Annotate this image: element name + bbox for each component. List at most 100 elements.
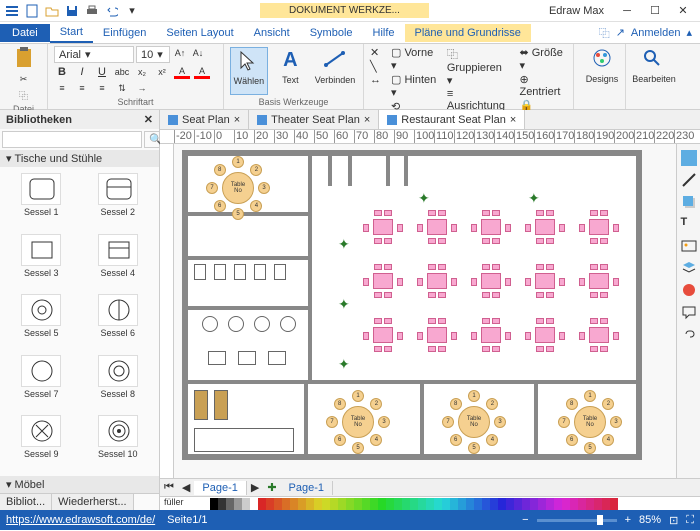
- connector-tool-button[interactable]: Verbinden: [313, 47, 357, 95]
- doc-tab-restaurant[interactable]: Restaurant Seat Plan×: [379, 110, 525, 129]
- tab-einfuegen[interactable]: Einfügen: [93, 24, 156, 42]
- menu-icon[interactable]: [4, 3, 20, 19]
- color-swatch[interactable]: [378, 498, 386, 510]
- tab-hilfe[interactable]: Hilfe: [363, 24, 405, 42]
- color-swatch[interactable]: [410, 498, 418, 510]
- line-icon[interactable]: ╲: [370, 60, 381, 73]
- color-swatch[interactable]: [402, 498, 410, 510]
- zoom-slider[interactable]: [537, 519, 617, 522]
- color-swatch[interactable]: [602, 498, 610, 510]
- dropdown-icon[interactable]: ▾: [124, 3, 140, 19]
- shape-item[interactable]: Sessel 5: [4, 292, 79, 351]
- square-table[interactable]: [366, 322, 400, 348]
- shape-item[interactable]: Sessel 6: [81, 292, 156, 351]
- fill-tool-icon[interactable]: [681, 150, 697, 166]
- color-swatch[interactable]: [322, 498, 330, 510]
- open-icon[interactable]: [44, 3, 60, 19]
- paste-icon[interactable]: [14, 46, 34, 70]
- color-swatch[interactable]: [514, 498, 522, 510]
- round-table[interactable]: 12345678TableNo: [560, 392, 620, 452]
- bold-icon[interactable]: B: [54, 65, 70, 79]
- square-table[interactable]: [420, 214, 454, 240]
- color-swatch[interactable]: [354, 498, 362, 510]
- square-table[interactable]: [582, 214, 616, 240]
- color-swatch[interactable]: [362, 498, 370, 510]
- tab-close-icon[interactable]: ×: [234, 114, 240, 126]
- square-table[interactable]: [366, 214, 400, 240]
- gruppieren-button[interactable]: ⿻ Gruppieren ▾: [447, 46, 510, 87]
- add-page-icon[interactable]: ✚: [263, 481, 280, 494]
- square-table[interactable]: [528, 268, 562, 294]
- cross-icon[interactable]: ✕: [370, 46, 381, 59]
- color-swatch[interactable]: [506, 498, 514, 510]
- tab-close-icon[interactable]: ×: [364, 114, 370, 126]
- doc-tab-theater[interactable]: Theater Seat Plan×: [249, 110, 379, 129]
- designs-button[interactable]: Designs: [580, 46, 624, 94]
- tab-ansicht[interactable]: Ansicht: [244, 24, 300, 42]
- library-search-input[interactable]: [2, 131, 142, 148]
- color-swatch[interactable]: [594, 498, 602, 510]
- color-swatch[interactable]: [242, 498, 250, 510]
- color-swatch[interactable]: [570, 498, 578, 510]
- color-swatch[interactable]: [250, 498, 258, 510]
- bullet-icon[interactable]: ≡: [54, 81, 70, 95]
- color-swatch[interactable]: [562, 498, 570, 510]
- square-table[interactable]: [366, 268, 400, 294]
- color-swatch[interactable]: [498, 498, 506, 510]
- square-table[interactable]: [474, 214, 508, 240]
- copy-icon[interactable]: ⿻: [16, 88, 32, 102]
- shape-item[interactable]: Sessel 1: [4, 171, 79, 230]
- lib-tab-bibliothek[interactable]: Bibliot...: [0, 494, 52, 510]
- number-icon[interactable]: ≡: [74, 81, 90, 95]
- color-swatch[interactable]: [290, 498, 298, 510]
- color-swatch[interactable]: [546, 498, 554, 510]
- text-tool-icon[interactable]: T: [681, 216, 697, 232]
- color-swatch[interactable]: [586, 498, 594, 510]
- image-tool-icon[interactable]: [681, 238, 697, 254]
- color-swatch[interactable]: [442, 498, 450, 510]
- shape-item[interactable]: Sessel 2: [81, 171, 156, 230]
- strike-icon[interactable]: abc: [114, 65, 130, 79]
- zentriert-button[interactable]: ⊕ Zentriert: [519, 73, 567, 98]
- bearbeiten-button[interactable]: Bearbeiten: [632, 46, 676, 94]
- color-swatch[interactable]: [370, 498, 378, 510]
- comment-tool-icon[interactable]: [681, 304, 697, 320]
- color-swatch[interactable]: [234, 498, 242, 510]
- color-swatch[interactable]: [474, 498, 482, 510]
- color-swatch[interactable]: [226, 498, 234, 510]
- shape-item[interactable]: Sessel 4: [81, 232, 156, 291]
- panel-close-icon[interactable]: ✕: [144, 113, 153, 126]
- color-swatch[interactable]: [218, 498, 226, 510]
- doc-tab-seatplan[interactable]: Seat Plan×: [160, 110, 249, 129]
- square-table[interactable]: [420, 322, 454, 348]
- color-swatch[interactable]: [266, 498, 274, 510]
- fit-page-icon[interactable]: ⊡: [669, 514, 678, 527]
- nav-next-icon[interactable]: ▶: [247, 481, 263, 494]
- color-swatch[interactable]: [330, 498, 338, 510]
- color-swatch[interactable]: [490, 498, 498, 510]
- tab-symbole[interactable]: Symbole: [300, 24, 363, 42]
- highlight-icon[interactable]: A: [174, 65, 190, 79]
- square-table[interactable]: [474, 268, 508, 294]
- canvas[interactable]: 12345678TableNo12345678TableNo12345678Ta…: [174, 144, 676, 478]
- new-icon[interactable]: [24, 3, 40, 19]
- print-icon[interactable]: [84, 3, 100, 19]
- color-swatch[interactable]: [306, 498, 314, 510]
- increase-font-icon[interactable]: A↑: [172, 46, 188, 60]
- groesse-button[interactable]: ⬌ Größe ▾: [519, 46, 567, 72]
- shape-item[interactable]: Sessel 7: [4, 353, 79, 412]
- tab-start[interactable]: Start: [50, 23, 93, 43]
- color-swatch[interactable]: [458, 498, 466, 510]
- square-table[interactable]: [582, 268, 616, 294]
- color-swatch[interactable]: [482, 498, 490, 510]
- superscript-icon[interactable]: x²: [154, 65, 170, 79]
- square-table[interactable]: [420, 268, 454, 294]
- undo-icon[interactable]: [104, 3, 120, 19]
- shape-item[interactable]: Sessel 9: [4, 413, 79, 472]
- select-tool-button[interactable]: Wählen: [230, 47, 268, 95]
- page-tab-2[interactable]: Page-1: [281, 481, 333, 495]
- zoom-in-icon[interactable]: +: [625, 514, 631, 526]
- theme-tool-icon[interactable]: [681, 282, 697, 298]
- lib-tab-wiederherst[interactable]: Wiederherst...: [52, 494, 133, 510]
- status-url[interactable]: https://www.edrawsoft.com/de/: [6, 514, 155, 526]
